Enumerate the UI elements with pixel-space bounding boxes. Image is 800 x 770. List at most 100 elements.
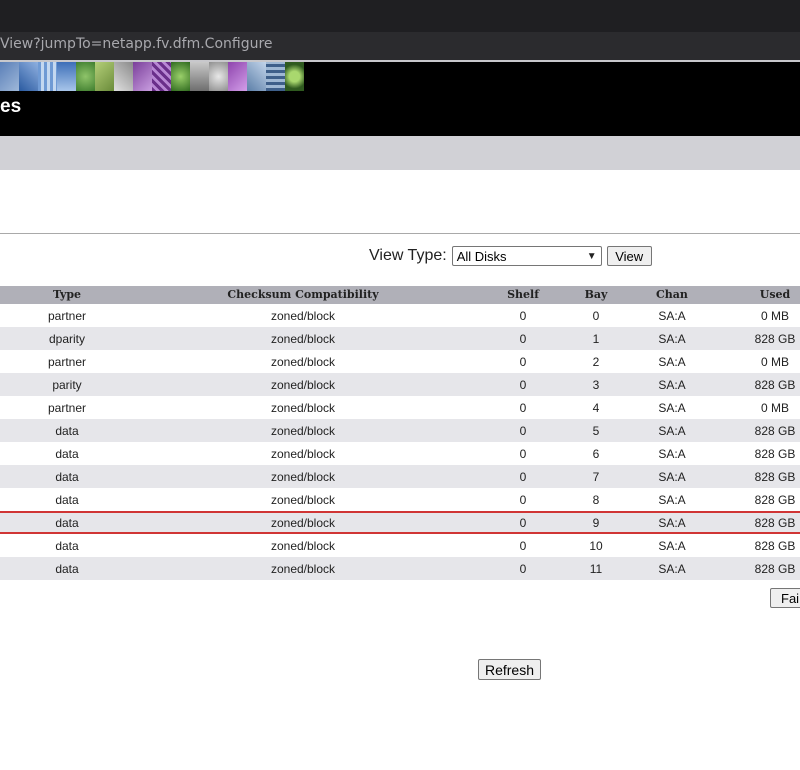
cell-bay: 9 (592, 516, 600, 530)
cell-used: 828 GB (754, 332, 796, 346)
page-title: es (0, 96, 22, 117)
cell-checksum: zoned/block (270, 562, 336, 576)
cell-used: 828 GB (754, 378, 796, 392)
cell-chan: SA:A (658, 447, 686, 461)
view-type-label: View Type: (369, 247, 447, 264)
table-row[interactable]: partner zoned/block 0 4 SA:A 0 MB (0, 396, 800, 419)
cell-bay: 4 (592, 401, 600, 415)
view-type-select[interactable]: All Disks ▼ (451, 246, 602, 266)
view-type-controls: View Type: All Disks ▼ View (369, 246, 652, 266)
column-header-shelf[interactable]: Shelf (507, 288, 539, 301)
address-url[interactable]: View?jumpTo=netapp.fv.dfm.Configure (0, 36, 273, 52)
cell-shelf: 0 (519, 332, 527, 346)
cell-type: data (55, 470, 79, 484)
cell-used: 0 MB (760, 355, 790, 369)
cell-checksum: zoned/block (270, 470, 336, 484)
cell-chan: SA:A (658, 309, 686, 323)
column-header-checksum[interactable]: Checksum Compatibility (227, 288, 378, 301)
cell-checksum: zoned/block (270, 493, 336, 507)
cell-used: 828 GB (754, 424, 796, 438)
cell-type: data (55, 493, 79, 507)
cell-shelf: 0 (519, 309, 527, 323)
cell-chan: SA:A (658, 493, 686, 507)
cell-type: partner (47, 309, 87, 323)
table-row[interactable]: data zoned/block 0 8 SA:A 828 GB (0, 488, 800, 511)
cell-chan: SA:A (658, 424, 686, 438)
column-header-type[interactable]: Type (53, 288, 81, 301)
table-row[interactable]: data zoned/block 0 9 SA:A 828 GB (0, 511, 800, 534)
cell-type: data (55, 516, 79, 530)
cell-checksum: zoned/block (270, 378, 336, 392)
cell-shelf: 0 (519, 516, 527, 530)
column-header-chan[interactable]: Chan (656, 288, 688, 301)
refresh-button[interactable]: Refresh (478, 659, 541, 680)
cell-bay: 1 (592, 332, 600, 346)
table-row[interactable]: data zoned/block 0 5 SA:A 828 GB (0, 419, 800, 442)
cell-used: 828 GB (754, 516, 796, 530)
table-row[interactable]: data zoned/block 0 10 SA:A 828 GB (0, 534, 800, 557)
cell-used: 0 MB (760, 309, 790, 323)
column-header-bay[interactable]: Bay (585, 288, 608, 301)
cell-bay: 0 (592, 309, 600, 323)
cell-shelf: 0 (519, 355, 527, 369)
cell-checksum: zoned/block (270, 516, 336, 530)
cell-bay: 10 (589, 539, 603, 553)
nav-bar (0, 136, 800, 170)
table-row[interactable]: data zoned/block 0 7 SA:A 828 GB (0, 465, 800, 488)
cell-type: partner (47, 355, 87, 369)
cell-chan: SA:A (658, 332, 686, 346)
cell-checksum: zoned/block (270, 539, 336, 553)
cell-checksum: zoned/block (270, 355, 336, 369)
cell-used: 828 GB (754, 562, 796, 576)
table-row[interactable]: parity zoned/block 0 3 SA:A 828 GB (0, 373, 800, 396)
table-row[interactable]: data zoned/block 0 6 SA:A 828 GB (0, 442, 800, 465)
cell-bay: 7 (592, 470, 600, 484)
table-row[interactable]: dparity zoned/block 0 1 SA:A 828 GB (0, 327, 800, 350)
cell-type: parity (52, 378, 82, 392)
cell-bay: 2 (592, 355, 600, 369)
cell-checksum: zoned/block (270, 401, 336, 415)
cell-type: data (55, 539, 79, 553)
table-body: partner zoned/block 0 0 SA:A 0 MB dparity zoned… (0, 304, 800, 580)
cell-shelf: 0 (519, 470, 527, 484)
cell-bay: 8 (592, 493, 600, 507)
cell-used: 828 GB (754, 447, 796, 461)
cell-used: 0 MB (760, 401, 790, 415)
cell-bay: 5 (592, 424, 600, 438)
cell-shelf: 0 (519, 447, 527, 461)
divider (0, 233, 800, 234)
column-header-used[interactable]: Used (760, 288, 790, 301)
browser-tab-strip (0, 0, 800, 32)
cell-chan: SA:A (658, 539, 686, 553)
address-bar[interactable]: View?jumpTo=netapp.fv.dfm.Configure (0, 32, 800, 61)
chevron-down-icon: ▼ (586, 250, 597, 262)
cell-bay: 3 (592, 378, 600, 392)
cell-chan: SA:A (658, 562, 686, 576)
cell-chan: SA:A (658, 378, 686, 392)
cell-shelf: 0 (519, 378, 527, 392)
cell-checksum: zoned/block (270, 424, 336, 438)
view-button[interactable]: View (606, 246, 652, 266)
fail-button[interactable]: Fai (770, 588, 800, 608)
table-row[interactable]: partner zoned/block 0 0 SA:A 0 MB (0, 304, 800, 327)
cell-chan: SA:A (658, 401, 686, 415)
page-header: es (0, 62, 800, 136)
cell-shelf: 0 (519, 562, 527, 576)
disk-table: Type Checksum Compatibility Shelf Bay Ch… (0, 286, 800, 580)
cell-used: 828 GB (754, 539, 796, 553)
cell-bay: 11 (589, 562, 603, 576)
cell-type: data (55, 424, 79, 438)
cell-shelf: 0 (519, 539, 527, 553)
cell-type: partner (47, 401, 87, 415)
cell-bay: 6 (592, 447, 600, 461)
cell-chan: SA:A (658, 470, 686, 484)
cell-type: data (55, 562, 79, 576)
cell-checksum: zoned/block (270, 447, 336, 461)
header-banner-image (0, 62, 304, 91)
table-row[interactable]: data zoned/block 0 11 SA:A 828 GB (0, 557, 800, 580)
cell-used: 828 GB (754, 470, 796, 484)
table-row[interactable]: partner zoned/block 0 2 SA:A 0 MB (0, 350, 800, 373)
cell-shelf: 0 (519, 424, 527, 438)
table-header: Type Checksum Compatibility Shelf Bay Ch… (0, 286, 800, 304)
cell-chan: SA:A (658, 355, 686, 369)
